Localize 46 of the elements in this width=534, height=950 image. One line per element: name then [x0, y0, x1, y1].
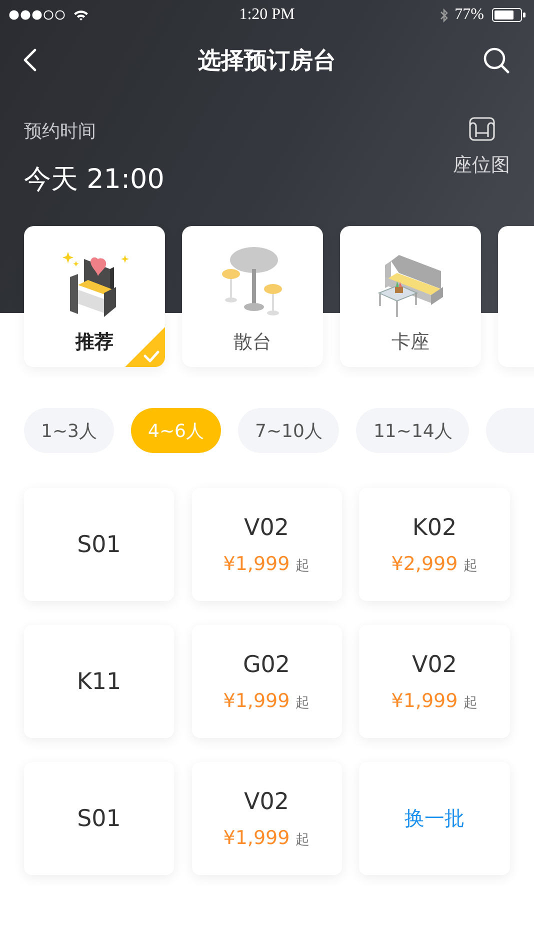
- room-card[interactable]: S01: [24, 488, 174, 601]
- battery-icon: [492, 8, 526, 22]
- page-title: 选择预订房台: [198, 46, 336, 76]
- room-name: K02: [412, 514, 457, 540]
- category-card[interactable]: 卡座: [340, 226, 481, 367]
- party-size-chip[interactable]: 1~3人: [24, 408, 114, 453]
- price-suffix: 起: [296, 556, 310, 574]
- room-name: V02: [412, 652, 457, 678]
- back-icon[interactable]: [23, 48, 37, 72]
- room-name: G02: [242, 652, 290, 678]
- price-suffix: 起: [296, 694, 310, 712]
- room-card[interactable]: S01: [24, 762, 174, 875]
- room-price: ¥2,999: [391, 552, 458, 574]
- room-card[interactable]: V02 ¥1,999 起: [192, 762, 342, 875]
- party-size-chip[interactable]: 11~14人: [356, 408, 470, 453]
- price-suffix: 起: [296, 830, 310, 848]
- booking-time[interactable]: 今天 21:00: [24, 161, 164, 197]
- wifi-icon: [73, 9, 89, 21]
- search-icon[interactable]: [483, 46, 510, 74]
- room-card[interactable]: V02 ¥1,999 起: [192, 488, 342, 601]
- room-price: ¥1,999: [223, 552, 290, 574]
- room-card[interactable]: V02 ¥1,999 起: [359, 625, 510, 738]
- room-name: V02: [244, 788, 289, 814]
- price-suffix: 起: [464, 556, 478, 574]
- bluetooth-icon: [440, 8, 449, 22]
- battery-percent: 77%: [454, 6, 484, 24]
- selected-check-icon: [125, 327, 165, 367]
- room-price: ¥1,999: [391, 690, 458, 712]
- signal-icon: [9, 10, 67, 20]
- booking-time-label: 预约时间: [24, 120, 97, 143]
- category-card[interactable]: 推荐: [24, 226, 165, 367]
- category-card[interactable]: 散台: [182, 226, 323, 367]
- room-card[interactable]: K02 ¥2,999 起: [359, 488, 510, 601]
- room-card[interactable]: K11: [24, 625, 174, 738]
- status-time: 1:20 PM: [239, 6, 295, 24]
- room-name: K11: [76, 668, 122, 694]
- party-size-chip[interactable]: 7~10人: [238, 408, 340, 453]
- room-name: S01: [77, 532, 121, 558]
- armchair-icon: [466, 114, 496, 144]
- price-suffix: 起: [464, 694, 478, 712]
- room-price: ¥1,999: [223, 690, 290, 712]
- room-name: V02: [244, 514, 289, 540]
- room-price: ¥1,999: [223, 826, 290, 848]
- room-card[interactable]: G02 ¥1,999 起: [192, 625, 342, 738]
- seat-map-button[interactable]: 座位图: [453, 114, 510, 197]
- room-name: S01: [77, 806, 121, 832]
